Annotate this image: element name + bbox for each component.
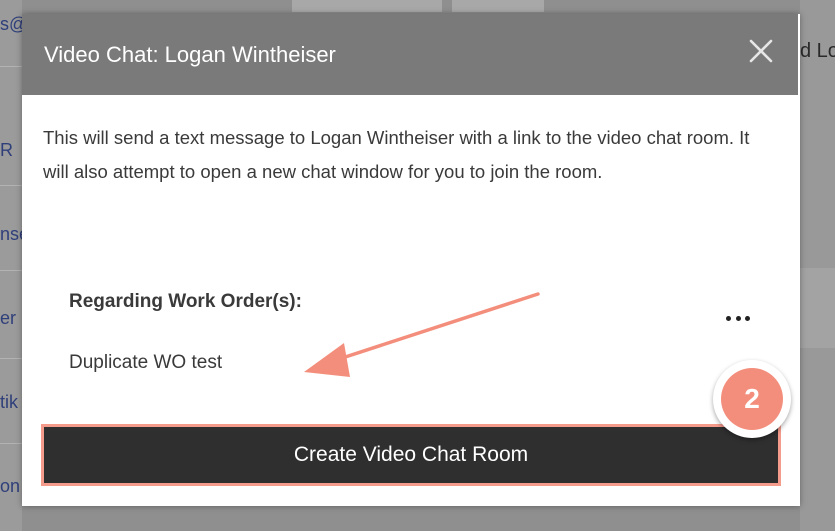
background-list-item: R — [0, 140, 13, 160]
divider — [0, 66, 22, 67]
divider — [0, 185, 22, 186]
background-left-column — [0, 0, 22, 531]
divider — [0, 358, 22, 359]
video-chat-modal: Video Chat: Logan Wintheiser This will s… — [22, 14, 800, 506]
work-orders-label: Regarding Work Order(s): — [69, 291, 302, 312]
background-list-item: s@ — [0, 14, 22, 34]
annotation-arrow-icon — [304, 292, 540, 377]
create-video-chat-room-button[interactable]: Create Video Chat Room — [41, 424, 781, 486]
more-horizontal-icon[interactable] — [726, 310, 750, 326]
work-order-item: Duplicate WO test — [69, 352, 223, 373]
step-number: 2 — [721, 368, 783, 430]
modal-header: Video Chat: Logan Wintheiser — [22, 14, 798, 95]
background-right-band — [800, 268, 835, 348]
step-number-badge: 2 — [713, 360, 791, 438]
modal-description: This will send a text message to Logan W… — [43, 127, 750, 182]
create-button-label: Create Video Chat Room — [293, 443, 529, 466]
background-tab — [292, 0, 442, 12]
divider — [0, 443, 22, 444]
background-list-item: tik — [0, 392, 18, 412]
divider — [0, 270, 22, 271]
close-icon[interactable] — [746, 36, 776, 66]
background-list-item: er — [0, 308, 17, 328]
background-list-item: nse — [0, 224, 22, 244]
background-right-text: d Lo — [800, 40, 835, 62]
background-right-panel — [800, 0, 835, 531]
modal-title: Video Chat: Logan Wintheiser — [44, 41, 336, 67]
background-list-item: on — [0, 476, 21, 496]
background-tab — [452, 0, 544, 12]
